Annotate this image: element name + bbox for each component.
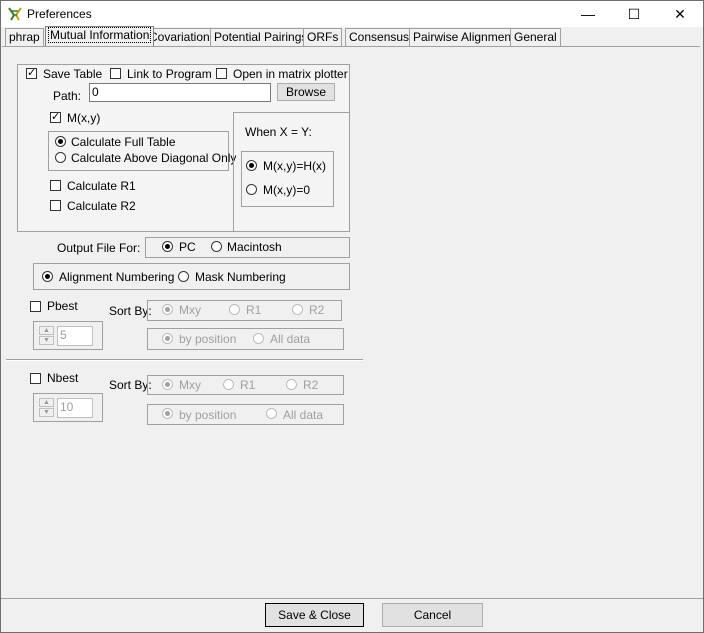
nbest-sort-r1-label: R1 bbox=[240, 378, 256, 392]
open-matrix-plotter-checkbox[interactable] bbox=[216, 68, 227, 79]
nbest-by-position-label: by position bbox=[179, 408, 237, 422]
calculate-r2-checkbox[interactable] bbox=[50, 200, 61, 211]
tab-general[interactable]: General bbox=[510, 28, 561, 46]
mxy-equals-hx-label: M(x,y)=H(x) bbox=[263, 159, 326, 173]
minimize-button[interactable]: — bbox=[565, 1, 611, 27]
tab-potential-pairings[interactable]: Potential Pairings bbox=[210, 28, 312, 46]
save-and-close-button[interactable]: Save & Close bbox=[265, 603, 364, 627]
alignment-numbering-label: Alignment Numbering bbox=[59, 270, 175, 284]
spin-up-icon[interactable]: ▲ bbox=[39, 326, 54, 335]
nbest-all-data-label: All data bbox=[283, 408, 324, 422]
spin-down-icon[interactable]: ▼ bbox=[39, 408, 54, 417]
pbest-by-position-label: by position bbox=[179, 332, 237, 346]
path-input[interactable]: 0 bbox=[89, 83, 271, 102]
tab-pairwise-alignment[interactable]: Pairwise Alignment bbox=[409, 28, 519, 46]
maximize-button[interactable]: ☐ bbox=[611, 1, 657, 27]
nbest-sort-r1-radio[interactable] bbox=[223, 379, 234, 390]
spin-up-icon[interactable]: ▲ bbox=[39, 398, 54, 407]
pbest-all-data-radio[interactable] bbox=[253, 333, 264, 344]
nbest-sort-mxy-label: Mxy bbox=[179, 378, 201, 392]
tab-mutual-information[interactable]: Mutual Information bbox=[45, 26, 155, 46]
pbest-sort-r2-label: R2 bbox=[309, 303, 325, 317]
link-to-program-label: Link to Program bbox=[127, 67, 212, 81]
link-to-program-checkbox[interactable] bbox=[110, 68, 121, 79]
nbest-by-position-radio[interactable] bbox=[162, 408, 173, 419]
mxy-equals-zero-label: M(x,y)=0 bbox=[263, 183, 311, 197]
pbest-spinner[interactable]: ▲ ▼ bbox=[39, 326, 57, 347]
alignment-numbering-radio[interactable] bbox=[42, 271, 53, 282]
path-label: Path: bbox=[53, 89, 82, 103]
nbest-checkbox[interactable] bbox=[30, 373, 41, 384]
pbest-checkbox[interactable] bbox=[30, 301, 41, 312]
nbest-all-data-radio[interactable] bbox=[266, 408, 277, 419]
pbest-by-position-radio[interactable] bbox=[162, 333, 173, 344]
tab-phrap[interactable]: phrap bbox=[5, 28, 44, 46]
section-divider bbox=[6, 359, 363, 361]
nbest-spinner[interactable]: ▲ ▼ bbox=[39, 398, 57, 419]
pbest-all-data-label: All data bbox=[270, 332, 311, 346]
pbest-sort-mxy-label: Mxy bbox=[179, 303, 201, 317]
app-icon bbox=[8, 7, 22, 21]
cancel-button[interactable]: Cancel bbox=[382, 603, 483, 627]
mxy-equals-zero-radio[interactable] bbox=[246, 184, 257, 195]
output-macintosh-radio[interactable] bbox=[211, 241, 222, 252]
nbest-value-input[interactable]: 10 bbox=[57, 398, 93, 418]
pbest-sort-r1-label: R1 bbox=[246, 303, 262, 317]
nbest-sort-mxy-radio[interactable] bbox=[162, 379, 173, 390]
mask-numbering-label: Mask Numbering bbox=[195, 270, 286, 284]
nbest-sort-r2-radio[interactable] bbox=[286, 379, 297, 390]
calculate-r1-label: Calculate R1 bbox=[67, 179, 136, 193]
calculate-above-diagonal-radio[interactable] bbox=[55, 152, 66, 163]
mxy-label: M(x,y) bbox=[67, 111, 101, 125]
tab-consensus[interactable]: Consensus bbox=[345, 28, 414, 46]
close-button[interactable]: ✕ bbox=[657, 1, 703, 27]
calculate-r1-checkbox[interactable] bbox=[50, 180, 61, 191]
save-table-label: Save Table bbox=[43, 67, 103, 81]
close-icon: ✕ bbox=[674, 5, 686, 22]
calculate-r2-label: Calculate R2 bbox=[67, 199, 136, 213]
browse-button[interactable]: Browse bbox=[277, 83, 335, 101]
maximize-icon: ☐ bbox=[627, 5, 641, 22]
window-title: Preferences bbox=[27, 7, 92, 21]
pbest-sort-mxy-radio[interactable] bbox=[162, 304, 173, 315]
pbest-sort-by-label: Sort By: bbox=[109, 304, 152, 318]
mxy-checkbox[interactable] bbox=[50, 110, 61, 123]
mxy-equals-hx-radio[interactable] bbox=[246, 160, 257, 171]
calculate-full-table-radio[interactable] bbox=[55, 136, 66, 147]
nbest-sort-r2-label: R2 bbox=[303, 378, 319, 392]
calculate-above-diagonal-label: Calculate Above Diagonal Only bbox=[71, 151, 237, 165]
tab-orfs[interactable]: ORFs bbox=[303, 28, 343, 46]
output-macintosh-label: Macintosh bbox=[227, 240, 282, 254]
pbest-value-input[interactable]: 5 bbox=[57, 326, 93, 346]
title-bar[interactable]: Preferences — ☐ ✕ bbox=[1, 1, 703, 27]
pbest-sort-r1-radio[interactable] bbox=[229, 304, 240, 315]
pbest-label: Pbest bbox=[47, 299, 78, 313]
nbest-label: Nbest bbox=[47, 371, 79, 385]
mask-numbering-radio[interactable] bbox=[178, 271, 189, 282]
minimize-icon: — bbox=[581, 6, 595, 22]
output-pc-radio[interactable] bbox=[162, 241, 173, 252]
tab-covariation[interactable]: Covariation bbox=[145, 28, 214, 46]
calculate-full-table-label: Calculate Full Table bbox=[71, 135, 176, 149]
when-x-equals-y-label: When X = Y: bbox=[245, 125, 312, 139]
open-matrix-plotter-label: Open in matrix plotter bbox=[233, 67, 348, 81]
output-file-label: Output File For: bbox=[57, 241, 141, 255]
output-pc-label: PC bbox=[179, 240, 196, 254]
pbest-sort-r2-radio[interactable] bbox=[292, 304, 303, 315]
save-table-checkbox[interactable] bbox=[26, 66, 37, 79]
pbest-range-group bbox=[147, 328, 344, 350]
spin-down-icon[interactable]: ▼ bbox=[39, 336, 54, 345]
nbest-sort-by-label: Sort By: bbox=[109, 378, 152, 392]
